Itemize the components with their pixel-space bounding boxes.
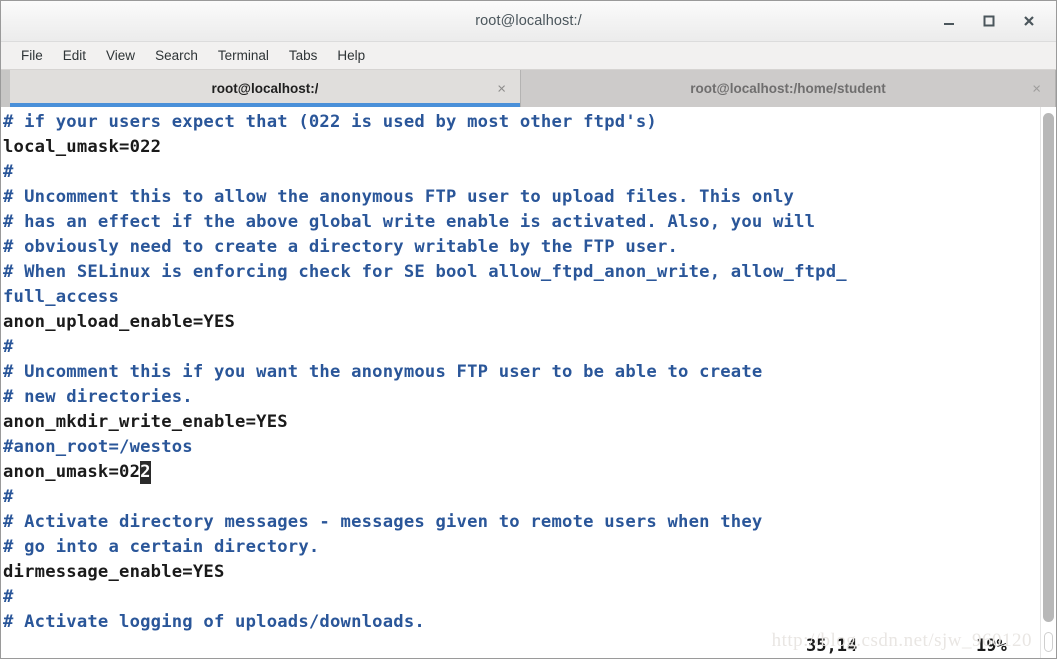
tab-close-icon[interactable]: × (1032, 81, 1041, 96)
title-bar: root@localhost:/ (1, 1, 1056, 42)
terminal-line: # Uncomment this to allow the anonymous … (3, 187, 795, 207)
menu-item-file[interactable]: File (11, 46, 53, 65)
maximize-button[interactable] (980, 12, 998, 30)
terminal-line: local_umask=022 (3, 137, 162, 157)
window-controls (940, 1, 1046, 41)
tab-root-localhost-home-student[interactable]: root@localhost:/home/student × (521, 70, 1056, 107)
terminal-line: # (3, 162, 14, 182)
terminal-line: # Activate directory messages - messages… (3, 512, 763, 532)
terminal-line: # obviously need to create a directory w… (3, 237, 679, 257)
menu-item-tabs[interactable]: Tabs (279, 46, 328, 65)
menu-bar: File Edit View Search Terminal Tabs Help (1, 42, 1056, 70)
terminal-line: # if your users expect that (022 is used… (3, 112, 657, 132)
menu-item-view[interactable]: View (96, 46, 145, 65)
terminal-line: # go into a certain directory. (3, 537, 320, 557)
terminal-line: # has an effect if the above global writ… (3, 212, 816, 232)
terminal-window: root@localhost:/ File Edit View Search T… (0, 0, 1057, 659)
scrollbar-thumb[interactable] (1043, 113, 1054, 622)
scroll-percent-indicator: 19% (976, 636, 1007, 656)
scrollbar-bottom-button[interactable] (1044, 632, 1053, 652)
tab-close-icon[interactable]: × (497, 81, 506, 96)
tab-root-localhost-root[interactable]: root@localhost:/ × (10, 70, 522, 107)
terminal-line: anon_umask=022 (3, 461, 151, 484)
terminal-scrollbar[interactable] (1040, 107, 1056, 658)
terminal-line: #anon_root=/westos (3, 437, 193, 457)
terminal-line: # (3, 487, 14, 507)
terminal-line: # Uncomment this if you want the anonymo… (3, 362, 763, 382)
terminal-line: # When SELinux is enforcing check for SE… (3, 262, 847, 282)
terminal-text-area[interactable]: # if your users expect that (022 is used… (1, 107, 1040, 658)
terminal-line: # (3, 337, 14, 357)
menu-item-help[interactable]: Help (327, 46, 375, 65)
vim-status-line: 35,14 19% (1, 631, 1040, 658)
terminal-line: anon_upload_enable=YES (3, 312, 236, 332)
window-title: root@localhost:/ (475, 13, 582, 29)
terminal-line: anon_mkdir_write_enable=YES (3, 412, 288, 432)
terminal-line: full_access (3, 287, 120, 307)
tab-bar: root@localhost:/ × root@localhost:/home/… (1, 70, 1056, 107)
tab-label: root@localhost:/ (211, 81, 319, 96)
terminal-body: # if your users expect that (022 is used… (1, 107, 1056, 658)
close-button[interactable] (1020, 12, 1038, 30)
terminal-line: # new directories. (3, 387, 193, 407)
menu-item-search[interactable]: Search (145, 46, 208, 65)
terminal-line: # Activate logging of uploads/downloads. (3, 612, 425, 632)
tab-label: root@localhost:/home/student (690, 81, 886, 96)
text-cursor: 2 (140, 461, 151, 484)
terminal-line: dirmessage_enable=YES (3, 562, 225, 582)
cursor-position-indicator: 35,14 (806, 636, 858, 656)
terminal-line: # (3, 587, 14, 607)
minimize-button[interactable] (940, 12, 958, 30)
menu-item-edit[interactable]: Edit (53, 46, 96, 65)
menu-item-terminal[interactable]: Terminal (208, 46, 279, 65)
